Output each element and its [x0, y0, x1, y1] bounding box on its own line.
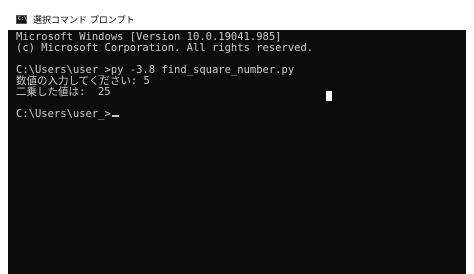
console-line: (c) Microsoft Corporation. All rights re… [16, 42, 314, 54]
cmd-prompt-icon: C:\ [16, 14, 28, 24]
text-cursor [111, 115, 119, 117]
console-line: 二乗した値は: 25 [16, 86, 111, 98]
title-bar[interactable]: C:\ 選択コマンド プロンプト [8, 8, 466, 30]
block-cursor-artifact [326, 91, 332, 101]
command-prompt-window: C:\ 選択コマンド プロンプト Microsoft Windows [Vers… [8, 8, 466, 274]
prompt-line[interactable]: C:\Users\user_> [16, 109, 456, 120]
command-prompt: C:\Users\user_> [16, 108, 111, 120]
window-title: 選択コマンド プロンプト [33, 15, 135, 26]
console-output[interactable]: Microsoft Windows [Version 10.0.19041.98… [16, 32, 456, 120]
